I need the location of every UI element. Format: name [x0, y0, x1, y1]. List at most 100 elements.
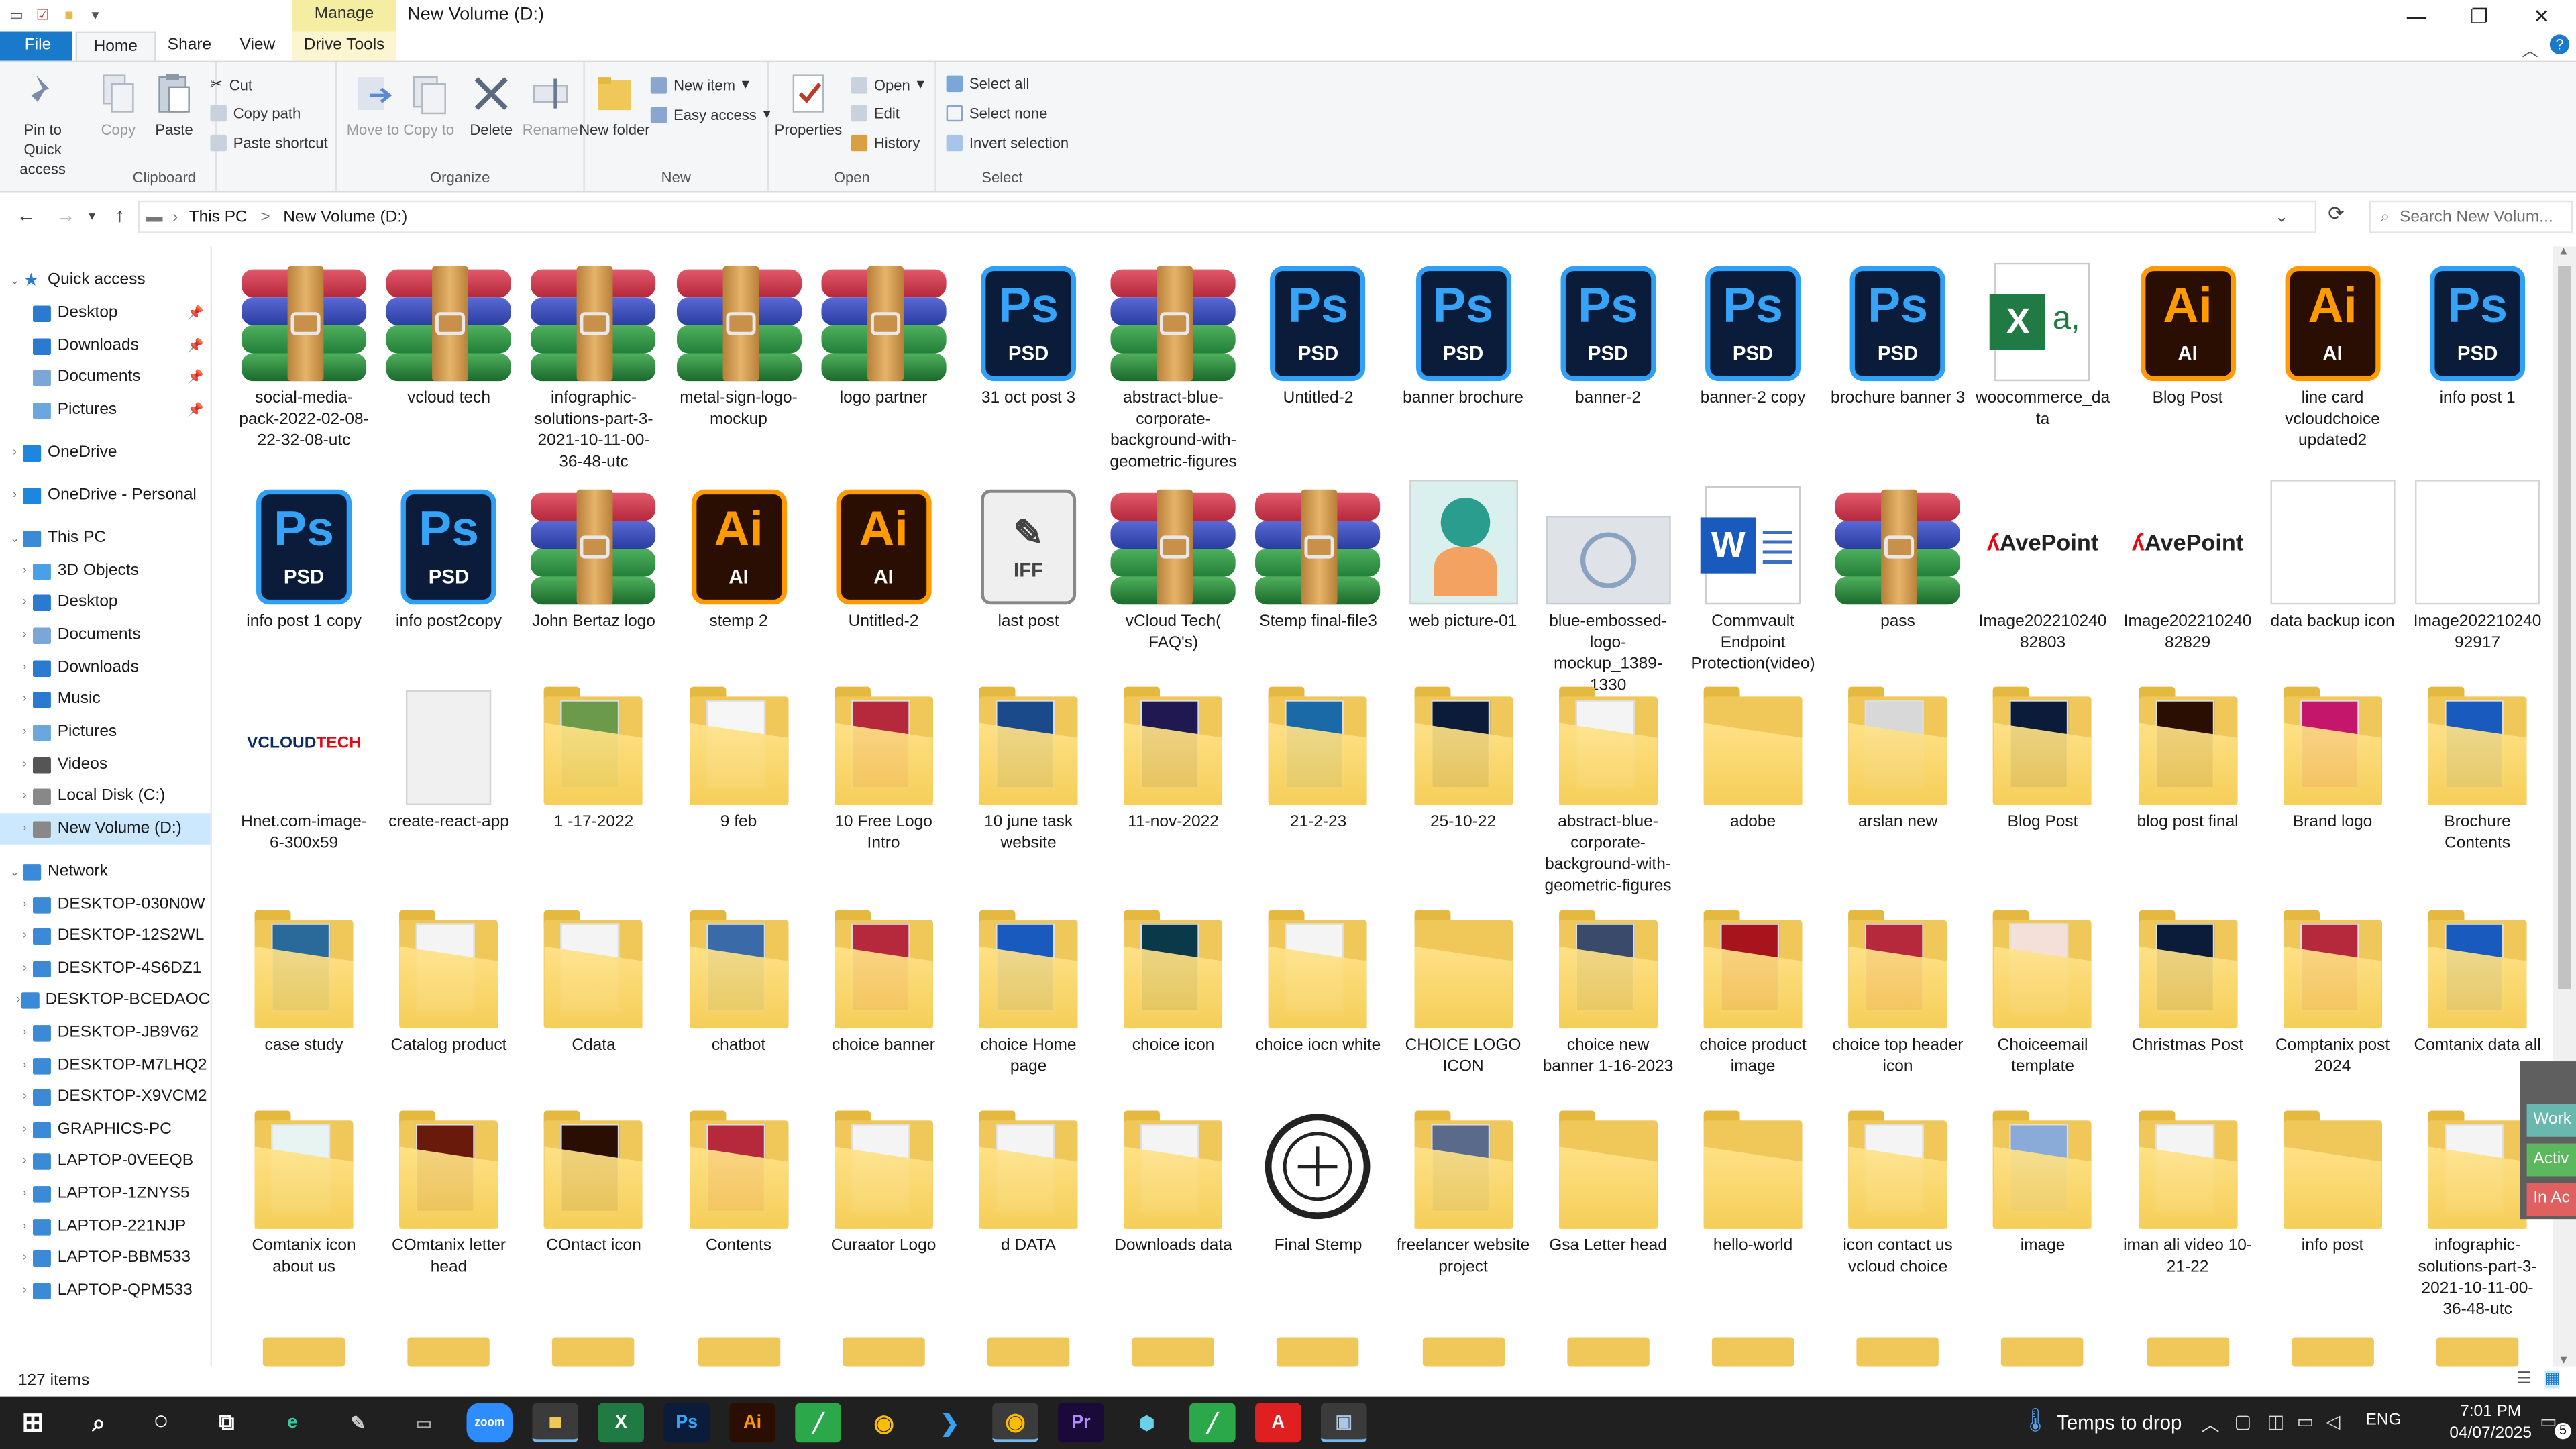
file-item[interactable]: abstract-blue-corporate-background-with-…	[1538, 680, 1679, 897]
sidebar-item[interactable]: › Documents	[0, 619, 210, 651]
sidebar-item[interactable]: › OneDrive	[0, 437, 210, 468]
file-item[interactable]: hello-world	[1682, 1104, 1824, 1257]
new-folder-button[interactable]: New folder	[578, 67, 651, 140]
sidebar-item[interactable]: Desktop 📌	[0, 297, 210, 329]
clock[interactable]: 7:01 PM 04/07/2025	[2448, 1401, 2533, 1444]
file-item[interactable]: Image20221024092917	[2407, 480, 2548, 654]
file-item[interactable]: Ps PSD banner-2	[1538, 256, 1679, 409]
chevron-right-icon[interactable]: ›	[16, 823, 32, 835]
sidebar-item[interactable]: ⌄ Network	[0, 856, 210, 888]
file-item[interactable]: COntact icon	[523, 1104, 665, 1257]
copy-path-button[interactable]: Copy path	[210, 105, 301, 122]
scroll-up-icon[interactable]: ▲	[2558, 246, 2569, 258]
address-bar[interactable]: ▬ › This PC > New Volume (D:) ⌄	[138, 200, 2317, 233]
tray-app-icon[interactable]: ▢	[2235, 1411, 2251, 1432]
pin-icon[interactable]: 📌	[187, 370, 203, 384]
copy-to-button[interactable]: Copy to	[392, 67, 465, 140]
folder-icon[interactable]	[2146, 1337, 2229, 1367]
breadcrumb-this-pc[interactable]: This PC	[189, 208, 248, 226]
folder-icon[interactable]	[1711, 1337, 1794, 1367]
terminal-icon[interactable]: ▭	[401, 1403, 447, 1442]
folder-icon[interactable]	[2436, 1337, 2519, 1367]
file-item[interactable]: freelancer website project	[1393, 1104, 1534, 1279]
file-item[interactable]: Downloads data	[1103, 1104, 1244, 1257]
excel-icon[interactable]: X	[598, 1403, 645, 1443]
sidebar-item[interactable]: Pictures 📌	[0, 394, 210, 426]
chevron-right-icon[interactable]: ›	[16, 1252, 32, 1263]
file-item[interactable]: Final Stemp	[1248, 1104, 1389, 1257]
file-item[interactable]: choice new banner 1-16-2023	[1538, 904, 1679, 1078]
file-item[interactable]: icon contact us vcloud choice	[1827, 1104, 1969, 1279]
file-item[interactable]: John Bertaz logo	[523, 480, 665, 633]
minimize-button[interactable]: —	[2385, 0, 2448, 32]
pin-quick-access-button[interactable]: Pin to Quick access	[7, 67, 79, 179]
open-button[interactable]: Open ▾	[851, 76, 924, 94]
file-item[interactable]: info post	[2262, 1104, 2404, 1257]
chevron-right-icon[interactable]: ›	[16, 1221, 32, 1232]
file-item[interactable]: Blog Post	[1972, 680, 2114, 833]
folder-icon[interactable]	[987, 1337, 1070, 1367]
breadcrumb-new-volume[interactable]: New Volume (D:)	[283, 208, 407, 226]
file-item[interactable]: Ps PSD Untitled-2	[1248, 256, 1389, 409]
sidebar-item[interactable]: › DESKTOP-X9VCM2	[0, 1081, 210, 1112]
chevron-right-icon[interactable]: ›	[16, 994, 21, 1006]
file-item[interactable]: VCLOUD TECH Hnet.com-image-6-300x59	[233, 680, 375, 855]
sidebar-item[interactable]: › DESKTOP-M7LHQ2	[0, 1050, 210, 1081]
window-menu-icon[interactable]: ▭	[7, 5, 26, 24]
file-item[interactable]: Ai AI Untitled-2	[813, 480, 955, 633]
help-icon[interactable]: ?	[2549, 34, 2570, 54]
sidebar-item[interactable]: › LAPTOP-BBM533	[0, 1242, 210, 1273]
sidebar-item[interactable]: › Pictures	[0, 716, 210, 748]
sidebar-item[interactable]: › Local Disk (C:)	[0, 780, 210, 812]
chevron-right-icon[interactable]: ›	[16, 693, 32, 704]
file-item[interactable]: Catalog product	[378, 904, 520, 1057]
file-item[interactable]: Ps PSD info post 1	[2407, 256, 2548, 409]
chevron-right-icon[interactable]: ›	[16, 1124, 32, 1135]
file-item[interactable]: vCloud Tech( FAQ's)	[1103, 480, 1244, 654]
rename-button[interactable]: Rename	[515, 67, 587, 140]
new-folder-icon[interactable]: ■	[59, 5, 78, 24]
tray-overflow-icon[interactable]: ︿	[2202, 1411, 2220, 1438]
side-tab-inactive[interactable]: In Ac	[2526, 1183, 2576, 1216]
file-item[interactable]: infographic-solutions-part-3-2021-10-11-…	[523, 256, 665, 473]
network-tray-icon[interactable]: ▭	[2297, 1411, 2314, 1432]
file-item[interactable]: create-react-app	[378, 680, 520, 833]
file-item[interactable]: choice banner	[813, 904, 955, 1057]
file-item[interactable]: ʎ AvePoint Image20221024082829	[2117, 480, 2259, 654]
file-item[interactable]: COmtanix letter head	[378, 1104, 520, 1279]
file-item[interactable]: 10 Free Logo Intro	[813, 680, 955, 855]
tab-view[interactable]: View	[223, 32, 292, 61]
select-all-button[interactable]: Select all	[946, 75, 1029, 93]
chevron-down-icon[interactable]: ⌄	[7, 274, 23, 286]
chevron-right-icon[interactable]: ›	[7, 447, 23, 458]
easy-access-button[interactable]: Easy access ▾	[650, 105, 771, 123]
chevron-right-icon[interactable]: ›	[7, 490, 23, 501]
file-item[interactable]: blue-embossed-logo-mockup_1389-1330	[1538, 480, 1679, 696]
tab-share[interactable]: Share	[151, 32, 227, 61]
file-item[interactable]: 25-10-22	[1393, 680, 1534, 833]
file-item[interactable]: logo partner	[813, 256, 955, 409]
file-item[interactable]: Ps PSD brochure banner 3	[1827, 256, 1969, 409]
cut-button[interactable]: ✂ Cut	[210, 76, 252, 94]
folder-icon[interactable]	[1277, 1337, 1360, 1367]
chevron-right-icon[interactable]: ›	[16, 963, 32, 974]
sidebar-item[interactable]: › DESKTOP-BCEDAOC	[0, 984, 211, 1016]
thermometer-icon[interactable]: 🌡	[2021, 1406, 2050, 1434]
folder-icon[interactable]	[407, 1337, 490, 1367]
chevron-right-icon[interactable]: ›	[16, 565, 32, 576]
sidebar-item[interactable]: › 3D Objects	[0, 555, 210, 587]
file-item[interactable]: social-media-pack-2022-02-08-22-32-08-ut…	[233, 256, 375, 451]
file-item[interactable]: choice icon	[1103, 904, 1244, 1057]
folder-icon[interactable]	[1421, 1337, 1505, 1367]
file-item[interactable]: blog post final	[2117, 680, 2259, 833]
illustrator-icon[interactable]: Ai	[729, 1403, 775, 1443]
vscode-icon[interactable]: ❯	[926, 1403, 973, 1442]
scroll-down-icon[interactable]: ▼	[2558, 1355, 2569, 1366]
file-item[interactable]: web picture-01	[1393, 480, 1534, 633]
file-item[interactable]: 11-nov-2022	[1103, 680, 1244, 833]
file-item[interactable]: abstract-blue-corporate-background-with-…	[1103, 256, 1244, 473]
sidebar-item[interactable]: › GRAPHICS-PC	[0, 1114, 210, 1145]
sidebar-item[interactable]: › LAPTOP-221NJP	[0, 1211, 210, 1242]
side-tab-work[interactable]: Work	[2526, 1104, 2576, 1137]
hex-app-icon[interactable]: ⬢	[1124, 1403, 1170, 1442]
